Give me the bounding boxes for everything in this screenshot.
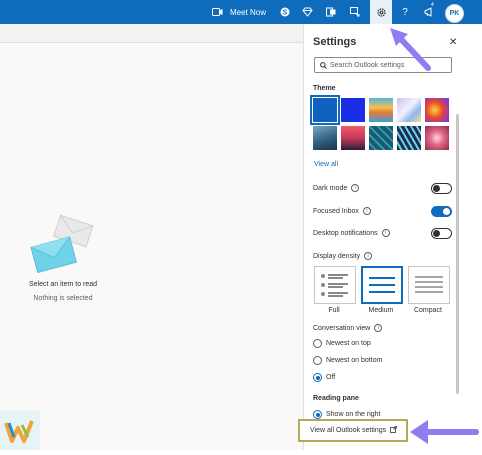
close-icon: ✕ (449, 37, 458, 48)
density-medium-icon (369, 277, 395, 293)
info-icon[interactable]: i (362, 207, 371, 215)
focused-inbox-row: Focused Inbox i (313, 207, 371, 215)
publish-icon (348, 5, 362, 19)
notification-badge: 4 (431, 2, 434, 8)
info-icon[interactable]: i (351, 184, 360, 192)
density-label-full: Full (328, 307, 340, 314)
avatar-initials: PK (449, 10, 460, 17)
settings-title: Settings (313, 36, 357, 48)
view-all-themes-link[interactable]: View all (314, 161, 338, 168)
theme-tile-lines[interactable] (397, 126, 421, 150)
toggle-knob (433, 230, 440, 237)
theme-tile-blue[interactable] (310, 95, 340, 125)
diamond-icon (300, 5, 314, 19)
radio-newest-on-bottom[interactable]: Newest on bottom (313, 356, 382, 365)
toggle-knob (443, 208, 450, 215)
info-icon[interactable]: i (381, 229, 390, 237)
annotation-arrow-all-settings (408, 418, 482, 446)
publish-button[interactable] (348, 0, 362, 24)
theme-tile-building[interactable] (313, 126, 337, 150)
dark-mode-toggle[interactable] (431, 183, 452, 194)
focused-inbox-label: Focused Inbox (313, 207, 359, 215)
desktop-notifications-toggle[interactable] (431, 228, 452, 239)
word-button[interactable] (324, 0, 338, 24)
empty-state-subtitle: Nothing is selected (33, 295, 93, 302)
settings-panel: Settings ✕ Search Outlook settings Theme… (303, 24, 470, 450)
radio-dot (315, 412, 320, 417)
premium-button[interactable] (300, 0, 314, 24)
help-button[interactable]: ? (398, 0, 412, 24)
radio-circle (313, 339, 322, 348)
dark-mode-label: Dark mode (313, 184, 348, 192)
search-icon (320, 61, 327, 69)
theme-tile-pastel[interactable] (397, 98, 421, 122)
view-all-outlook-settings-label: View all Outlook settings (310, 427, 387, 434)
conversation-view-heading: Conversation view (313, 324, 371, 332)
info-icon[interactable]: i (374, 324, 383, 332)
density-option-compact[interactable] (408, 266, 450, 304)
focused-inbox-toggle[interactable] (431, 206, 452, 217)
radio-off[interactable]: Off (313, 373, 335, 382)
skype-button[interactable]: S (278, 0, 292, 24)
annotation-arrow-settings (384, 24, 434, 74)
gear-icon (374, 5, 388, 19)
theme-tile-bright-blue[interactable] (341, 98, 365, 122)
reading-pane-heading: Reading pane (313, 395, 359, 402)
display-density-row: Display density i (313, 252, 373, 260)
avatar[interactable]: PK (445, 4, 464, 23)
settings-scrollbar[interactable] (456, 114, 459, 394)
density-full-icon (321, 274, 348, 297)
command-strip (0, 24, 303, 43)
empty-state-title: Select an item to read (28, 281, 98, 288)
conversation-view-row: Conversation view i (313, 324, 383, 332)
density-label-compact: Compact (413, 307, 442, 314)
svg-text:S: S (283, 10, 288, 17)
dark-mode-row: Dark mode i (313, 184, 360, 192)
theme-heading: Theme (313, 85, 336, 92)
view-all-outlook-settings-button[interactable]: View all Outlook settings (298, 419, 408, 442)
radio-circle (313, 356, 322, 365)
radio-label: Off (326, 374, 336, 381)
help-icon: ? (402, 6, 408, 18)
theme-tile-bokeh[interactable] (425, 126, 449, 150)
desktop-notifications-row: Desktop notifications i (313, 229, 390, 237)
density-option-full[interactable] (314, 266, 356, 304)
theme-tile-sunburst[interactable] (425, 98, 449, 122)
meet-now-button[interactable]: Meet Now (226, 0, 270, 24)
theme-tile-palm[interactable] (341, 126, 365, 150)
open-in-new-icon (390, 426, 398, 435)
desktop-notifications-label: Desktop notifications (313, 229, 378, 237)
radio-show-on-right[interactable]: Show on the right (313, 410, 380, 419)
skype-icon: S (278, 5, 292, 19)
toggle-knob (433, 185, 440, 192)
radio-circle (313, 410, 322, 419)
settings-button[interactable] (370, 0, 392, 24)
radio-label: Show on the right (326, 411, 381, 418)
info-icon[interactable]: i (364, 252, 373, 260)
radio-label: Newest on bottom (326, 357, 383, 364)
theme-tile-stripes[interactable] (369, 98, 393, 122)
radio-dot (315, 375, 320, 380)
top-bar: Meet Now S ? 4 PK (0, 0, 482, 24)
density-label-medium: Medium (368, 307, 394, 314)
meet-now-label: Meet Now (229, 7, 266, 17)
theme-tile-circuit[interactable] (369, 126, 393, 150)
display-density-heading: Display density (313, 252, 361, 260)
close-settings-button[interactable]: ✕ (449, 37, 457, 48)
density-option-medium[interactable] (361, 266, 403, 304)
word-icon (324, 5, 338, 19)
teams-chat-button[interactable] (210, 0, 224, 24)
radio-label: Newest on top (326, 340, 371, 347)
radio-newest-on-top[interactable]: Newest on top (313, 339, 371, 348)
teams-chat-icon (210, 5, 224, 19)
density-compact-icon (415, 276, 443, 293)
whats-new-button[interactable]: 4 (420, 0, 438, 24)
site-logo (0, 411, 40, 450)
radio-circle (313, 373, 322, 382)
empty-envelopes-illustration (28, 214, 100, 278)
